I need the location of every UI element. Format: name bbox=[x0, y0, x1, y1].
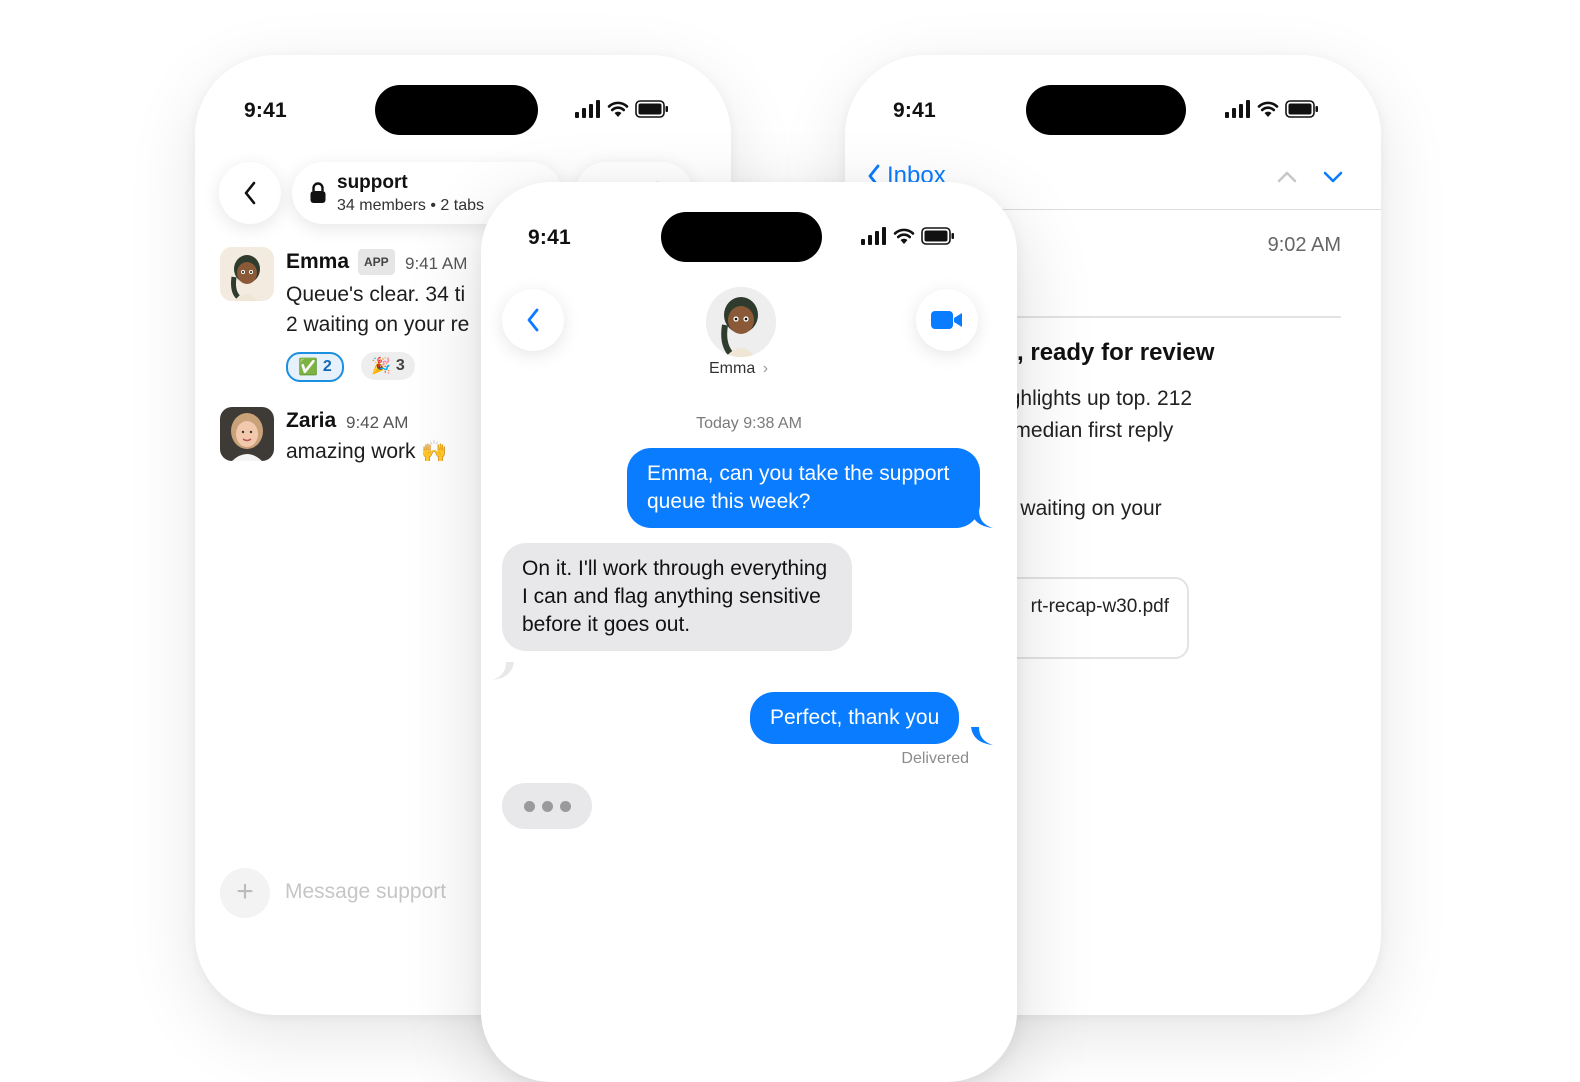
avatar[interactable] bbox=[220, 407, 274, 461]
dynamic-island bbox=[1026, 85, 1186, 135]
status-time: 9:41 bbox=[893, 99, 936, 122]
message-author[interactable]: Zaria bbox=[286, 409, 336, 433]
wifi-icon bbox=[1257, 101, 1279, 117]
dynamic-island bbox=[375, 85, 538, 135]
bubble-tail bbox=[971, 727, 993, 745]
status-bar: 9:41 bbox=[195, 85, 731, 135]
reaction-count: 3 bbox=[395, 357, 405, 374]
mail-time: 9:02 AM bbox=[1267, 234, 1341, 256]
dynamic-island bbox=[661, 212, 822, 262]
chevron-up-icon[interactable] bbox=[1277, 170, 1297, 184]
typing-dot bbox=[541, 800, 553, 812]
delivery-status: Delivered bbox=[901, 750, 969, 767]
back-button[interactable] bbox=[502, 289, 564, 351]
sent-message-bubble[interactable]: Perfect, thank you bbox=[750, 692, 960, 744]
reaction-count: 2 bbox=[322, 358, 332, 375]
contact-name-label: Emma bbox=[709, 360, 756, 377]
message-time: 9:42 AM bbox=[346, 413, 409, 432]
message-text-line: 2 waiting on your re bbox=[286, 313, 470, 336]
avatar[interactable] bbox=[220, 247, 274, 301]
bubble-tail bbox=[971, 510, 993, 528]
contact-name[interactable]: Emma › bbox=[709, 360, 768, 378]
video-call-button[interactable] bbox=[916, 289, 978, 351]
status-bar: 9:41 bbox=[481, 212, 1017, 262]
typing-dot bbox=[559, 800, 571, 812]
message-author[interactable]: Emma bbox=[286, 250, 349, 274]
battery-icon bbox=[1285, 100, 1318, 118]
battery-icon bbox=[635, 100, 668, 118]
composer-placeholder: Message support bbox=[285, 880, 447, 903]
wifi-icon bbox=[893, 228, 915, 244]
bubble-tail bbox=[492, 662, 514, 680]
signal-icon bbox=[575, 100, 600, 118]
imessage-phone: 9:41 Emma › Today 9:38 AM Emma, can you … bbox=[481, 182, 1017, 1082]
conversation-timestamp: Today 9:38 AM bbox=[696, 415, 802, 432]
channel-subtitle: 34 members • 2 tabs bbox=[337, 197, 484, 214]
video-camera-icon bbox=[931, 311, 962, 329]
typing-indicator bbox=[502, 783, 592, 829]
back-button[interactable] bbox=[219, 162, 281, 224]
message-text: amazing work 🙌 bbox=[286, 440, 448, 463]
message-time: 9:41 AM bbox=[405, 254, 468, 273]
back-chevron-icon bbox=[527, 308, 539, 332]
status-time: 9:41 bbox=[528, 226, 571, 249]
signal-icon bbox=[1225, 100, 1250, 118]
channel-name: support bbox=[337, 172, 408, 193]
mail-divider bbox=[975, 316, 1341, 318]
chevron-down-icon[interactable] bbox=[1323, 170, 1343, 184]
status-icons bbox=[861, 227, 955, 245]
plus-icon[interactable]: + bbox=[220, 868, 270, 918]
attachment-name: rt-recap-w30.pdf bbox=[1030, 596, 1169, 617]
message-text-line: Queue's clear. 34 ti bbox=[286, 283, 466, 306]
party-emoji-icon: 🎉 bbox=[371, 358, 391, 375]
received-message-bubble[interactable]: On it. I'll work through everything I ca… bbox=[502, 543, 852, 651]
contact-avatar[interactable] bbox=[706, 287, 776, 357]
typing-dot bbox=[523, 800, 535, 812]
status-icons bbox=[575, 100, 669, 118]
chevron-right-icon: › bbox=[762, 360, 769, 377]
reaction-check[interactable]: ✅ 2 bbox=[286, 352, 344, 382]
check-emoji-icon: ✅ bbox=[298, 359, 318, 376]
signal-icon bbox=[861, 227, 886, 245]
status-time: 9:41 bbox=[244, 99, 287, 122]
status-bar: 9:41 bbox=[845, 85, 1381, 135]
back-chevron-icon bbox=[244, 181, 256, 205]
wifi-icon bbox=[607, 101, 629, 117]
sent-message-bubble[interactable]: Emma, can you take the support queue thi… bbox=[627, 448, 980, 528]
battery-icon bbox=[921, 227, 954, 245]
app-badge: APP bbox=[358, 249, 395, 275]
status-icons bbox=[1225, 100, 1319, 118]
reaction-party[interactable]: 🎉 3 bbox=[361, 352, 415, 380]
lock-icon bbox=[310, 182, 326, 203]
